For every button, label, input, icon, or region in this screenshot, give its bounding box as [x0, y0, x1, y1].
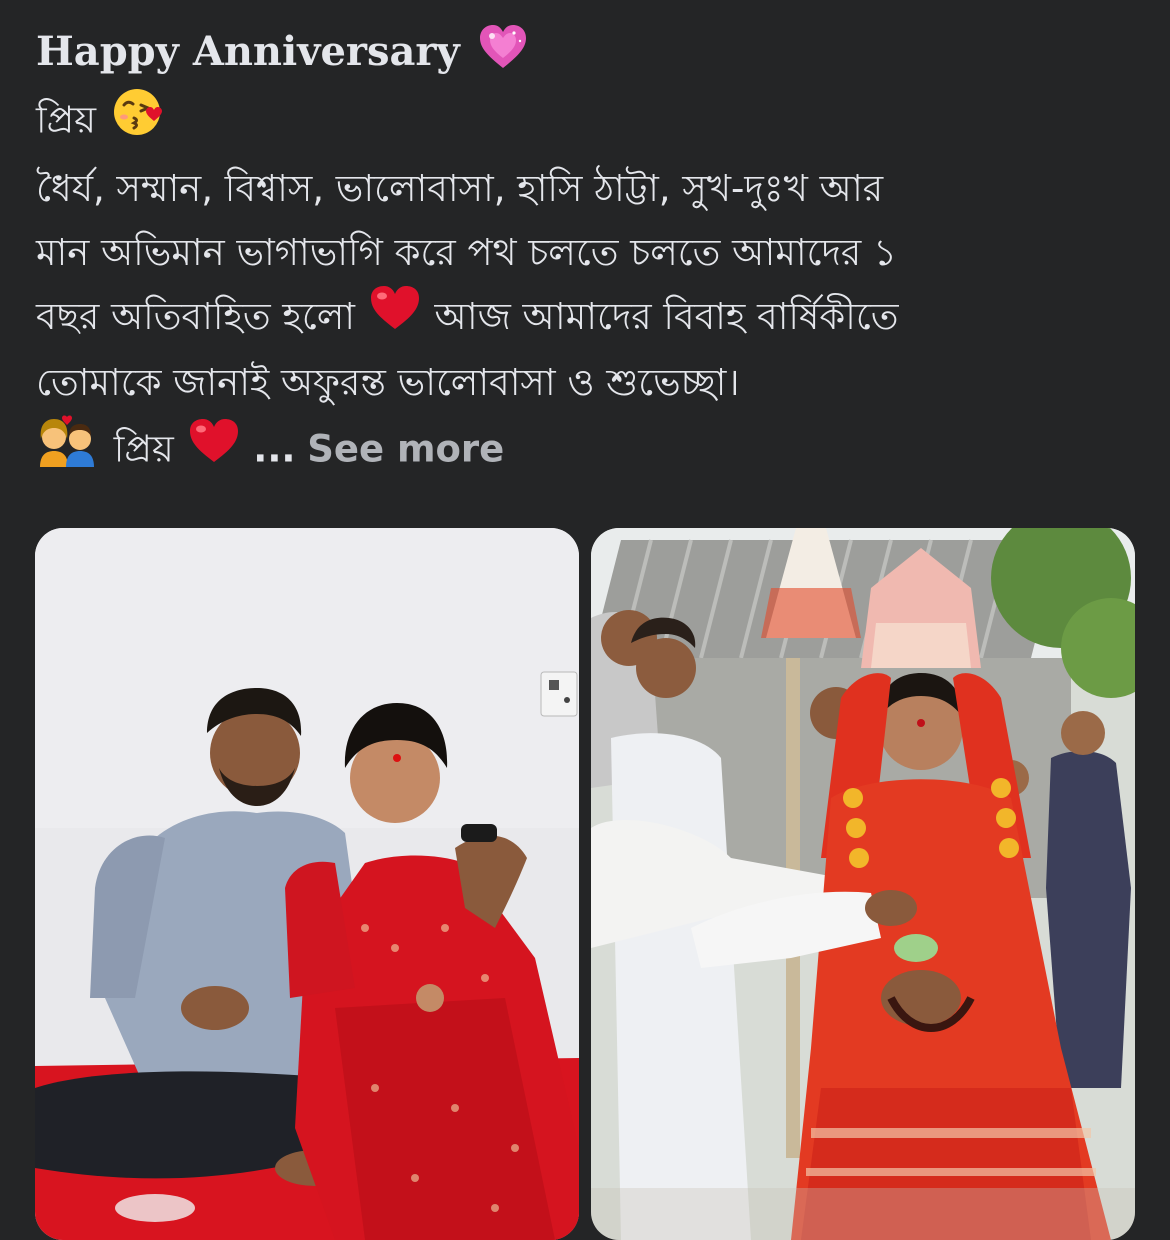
kissing-face-icon: [112, 87, 166, 157]
post-line-3: ধৈর্য, সম্মান, বিশ্বাস, ভালোবাসা, হাসি ঠ…: [36, 166, 884, 210]
post-text: Happy Anniversary প্রিয় ধৈর্য, সম্মান, …: [36, 22, 1136, 487]
couple-icon: [36, 415, 98, 487]
post-line-7: প্রিয় ... See more: [36, 415, 1136, 487]
ellipsis: ...: [253, 427, 296, 471]
post-line-text: বছর অতিবাহিত হলো: [36, 294, 355, 338]
post-line-text: প্রিয়: [36, 98, 96, 141]
post-line-text: আজ আমাদের বিবাহ বার্ষিকীতে: [434, 294, 899, 338]
post-title-line: Happy Anniversary: [36, 22, 1136, 87]
post-line-text: প্রিয়: [113, 427, 174, 471]
wedding-ceremony-photo[interactable]: [591, 528, 1135, 1240]
see-more-link[interactable]: See more: [307, 428, 504, 471]
post-line-4: মান অভিমান ভাগাভাগি করে পথ চলতে চলতে আমা…: [36, 230, 898, 274]
post-title: Happy Anniversary: [36, 28, 460, 75]
anniversary-couple-photo[interactable]: [35, 528, 579, 1240]
post-line-2: প্রিয়: [36, 87, 1136, 157]
red-heart-icon: [188, 418, 240, 484]
facebook-post: Happy Anniversary প্রিয় ধৈর্য, সম্মান, …: [0, 0, 1170, 1240]
post-line-5: বছর অতিবাহিত হলো আজ আমাদের বিবাহ বার্ষিক…: [36, 285, 1136, 352]
photo-grid: [35, 528, 1135, 1240]
red-heart-icon: [369, 285, 421, 351]
post-line-6: তোমাকে জানাই অফুরন্ত ভালোবাসা ও শুভেচ্ছা…: [36, 361, 740, 404]
purple-heart-icon: [478, 24, 528, 87]
